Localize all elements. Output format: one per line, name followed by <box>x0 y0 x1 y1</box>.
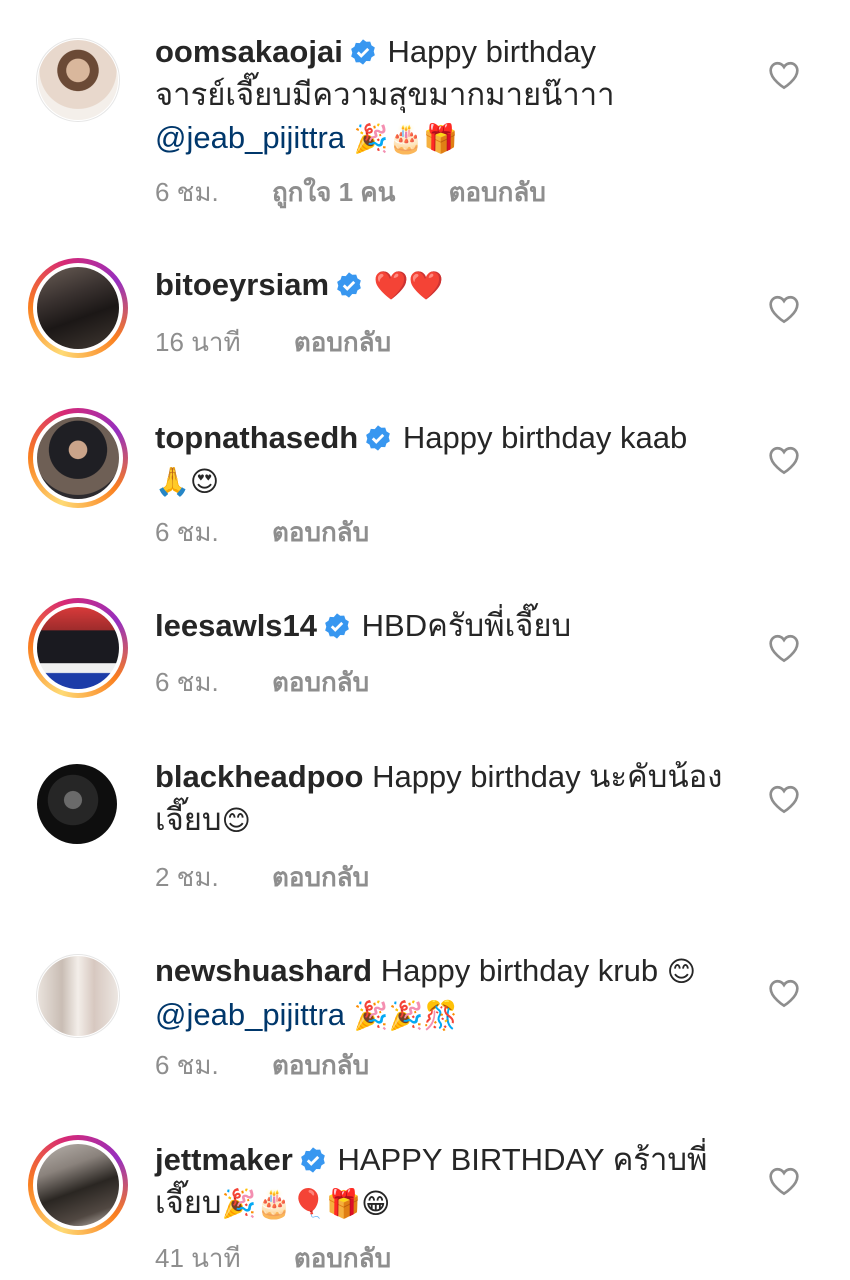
username-link[interactable]: oomsakaojai <box>155 34 343 69</box>
timestamp: 6 ชม. <box>155 517 219 547</box>
timestamp: 6 ชม. <box>155 1050 219 1080</box>
timestamp: 2 ชม. <box>155 862 219 892</box>
comment-body: topnathasedh Happy birthday kaab 🙏😍 <box>155 416 745 503</box>
avatar[interactable] <box>28 30 128 130</box>
comment-text: Happy birthday krub <box>380 953 659 988</box>
comment-body: bitoeyrsiam ❤️❤️ <box>155 263 745 307</box>
heart-icon[interactable] <box>768 60 800 90</box>
comment-text: HAPPY BIRTHDAY คร้าบพี่ <box>337 1142 708 1177</box>
avatar[interactable] <box>28 1135 128 1235</box>
timestamp: 41 นาที <box>155 1243 241 1273</box>
comment-text: จารย์เจี๊ยบมีความสุขมากมายน๊าาา <box>155 77 615 112</box>
comment-emojis: ❤️❤️ <box>373 270 444 301</box>
heart-icon[interactable] <box>768 445 800 475</box>
username-link[interactable]: newshuashard <box>155 953 372 988</box>
comment-emoji-inline: 😊 <box>666 956 696 987</box>
comment-meta: 6 ชม. ถูกใจ 1 คน ตอบกลับ <box>155 172 592 213</box>
mention-link[interactable]: @jeab_pijittra <box>155 997 345 1032</box>
comment-body: jettmaker HAPPY BIRTHDAY คร้าบพี่ เจี๊ยบ… <box>155 1138 745 1225</box>
comment-text: Happy birthday <box>387 34 596 69</box>
avatar[interactable] <box>28 946 128 1046</box>
reply-button[interactable]: ตอบกลับ <box>272 862 369 892</box>
reply-button[interactable]: ตอบกลับ <box>272 517 369 547</box>
verified-badge-icon <box>325 613 349 639</box>
reply-button[interactable]: ตอบกลับ <box>272 1050 369 1080</box>
comment-meta: 6 ชม. ตอบกลับ <box>155 662 415 703</box>
username-link[interactable]: bitoeyrsiam <box>155 267 329 302</box>
comment-text: เจี๊ยบ <box>155 1185 222 1220</box>
comment-meta: 16 นาที ตอบกลับ <box>155 322 437 363</box>
comment-text: Happy birthday นะคับน้อง <box>372 759 723 794</box>
comment-body: leesawls14 HBDครับพี่เจี๊ยบ <box>155 604 745 647</box>
avatar[interactable] <box>28 755 128 855</box>
username-link[interactable]: leesawls14 <box>155 608 317 643</box>
comment-meta: 41 นาที ตอบกลับ <box>155 1238 437 1279</box>
mention-link[interactable]: @jeab_pijittra <box>155 120 345 155</box>
reply-button[interactable]: ตอบกลับ <box>272 667 369 697</box>
heart-icon[interactable] <box>768 1166 800 1196</box>
verified-badge-icon <box>350 39 375 65</box>
username-link[interactable]: blackheadpoo <box>155 759 363 794</box>
comment-meta: 6 ชม. ตอบกลับ <box>155 1045 415 1086</box>
avatar[interactable] <box>28 258 128 358</box>
username-link[interactable]: jettmaker <box>155 1142 293 1177</box>
heart-icon[interactable] <box>768 633 800 663</box>
avatar[interactable] <box>28 598 128 698</box>
comment-text: HBDครับพี่เจี๊ยบ <box>361 608 572 643</box>
heart-icon[interactable] <box>768 294 800 324</box>
comment-emojis: 🙏😍 <box>155 466 220 497</box>
verified-badge-icon <box>337 272 361 298</box>
comment-body: blackheadpoo Happy birthday นะคับน้อง เจ… <box>155 755 745 842</box>
comment-body: oomsakaojai Happy birthday จารย์เจี๊ยบมี… <box>155 30 745 160</box>
reply-button[interactable]: ตอบกลับ <box>294 327 391 357</box>
timestamp: 6 ชม. <box>155 177 219 207</box>
timestamp: 6 ชม. <box>155 667 219 697</box>
comment-emojis: 🎉🎂🎈🎁😁 <box>221 1188 391 1219</box>
verified-badge-icon <box>301 1147 325 1173</box>
comment-text: เจี๊ยบ <box>155 802 222 837</box>
avatar[interactable] <box>28 408 128 508</box>
comment-body: newshuashard Happy birthday krub 😊 @jeab… <box>155 949 745 1037</box>
comment-emojis: 🎉🎉🎊 <box>353 1000 459 1031</box>
verified-badge-icon <box>366 425 391 451</box>
timestamp: 16 นาที <box>155 327 241 357</box>
username-link[interactable]: topnathasedh <box>155 420 358 455</box>
comment-emojis: 🎉🎂🎁 <box>353 123 459 154</box>
heart-icon[interactable] <box>768 784 800 814</box>
comment-emojis: 😊 <box>221 805 251 836</box>
reply-button[interactable]: ตอบกลับ <box>294 1243 391 1273</box>
heart-icon[interactable] <box>768 978 800 1008</box>
comment-meta: 6 ชม. ตอบกลับ <box>155 512 415 553</box>
likes-count-link[interactable]: ถูกใจ 1 คน <box>272 177 396 207</box>
comment-meta: 2 ชม. ตอบกลับ <box>155 857 415 898</box>
reply-button[interactable]: ตอบกลับ <box>449 177 546 207</box>
comment-text: Happy birthday kaab <box>402 420 688 455</box>
